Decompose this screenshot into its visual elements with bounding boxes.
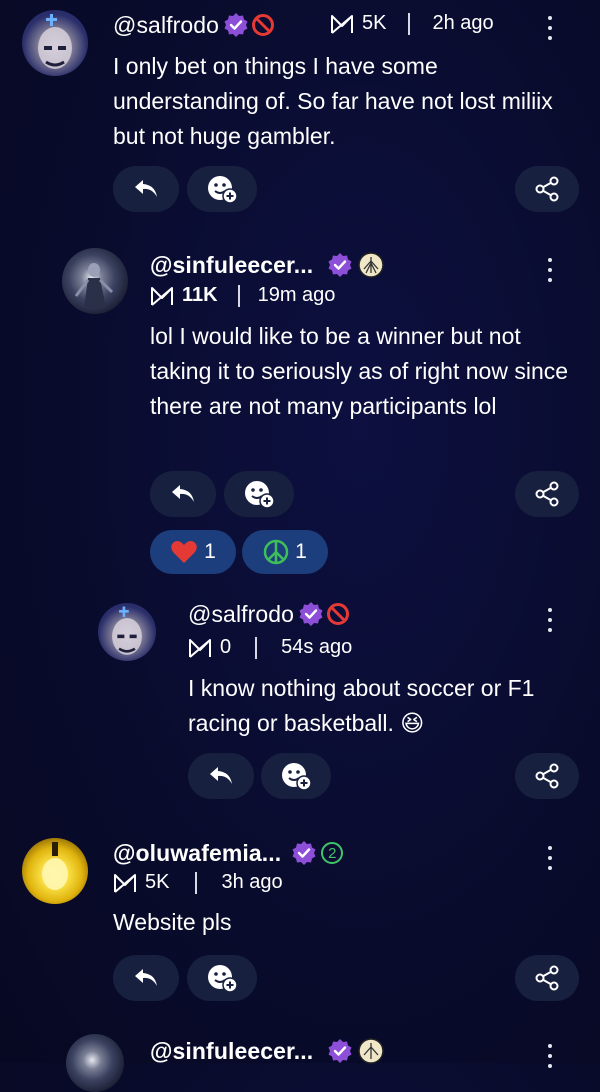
verified-badge-icon: [328, 1039, 352, 1063]
reply-icon: [135, 969, 157, 986]
avatar-face-image: [112, 606, 142, 655]
peace-icon: [263, 539, 289, 565]
comment-text: lol I would like to be a winner but not …: [150, 323, 569, 419]
comment-handle[interactable]: @sinfuleecer...: [150, 252, 313, 279]
ban-badge-icon: [252, 14, 275, 36]
add-reaction-button[interactable]: [187, 955, 257, 1001]
share-button[interactable]: [515, 471, 579, 517]
share-button[interactable]: [515, 753, 579, 799]
level-badge: 2: [321, 842, 344, 864]
meta-separator: [255, 636, 258, 659]
reply-icon: [135, 180, 157, 197]
verified-badge-icon: [224, 13, 248, 37]
reaction-count: 1: [204, 540, 216, 563]
meta-separator: [408, 12, 411, 35]
reply-button[interactable]: [113, 166, 179, 212]
share-button[interactable]: [515, 166, 579, 212]
timestamp: 19m ago: [257, 284, 336, 306]
ban-badge-icon: [327, 603, 350, 625]
share-icon: [535, 965, 559, 991]
score-m-icon: [189, 638, 211, 658]
avatar-face-image: [38, 14, 72, 69]
reaction-count: 1: [295, 540, 307, 563]
avatar-lightbulb-image: [42, 842, 68, 890]
comment-handle[interactable]: @salfrodo: [188, 601, 294, 628]
timestamp: 2h ago: [432, 12, 494, 34]
heart-icon: [171, 541, 197, 563]
add-reaction-button[interactable]: [224, 471, 294, 517]
share-icon: [535, 481, 559, 507]
reaction-heart[interactable]: 1: [150, 530, 236, 574]
comment-text: Website pls: [113, 909, 232, 935]
add-reaction-icon: [208, 965, 238, 993]
reply-button[interactable]: [113, 955, 179, 1001]
more-options-icon[interactable]: [535, 252, 565, 288]
add-reaction-button[interactable]: [187, 166, 257, 212]
comment-handle[interactable]: @sinfuleecer...: [150, 1038, 313, 1065]
meta-separator: [195, 871, 198, 894]
reaction-peace[interactable]: 1: [242, 530, 328, 574]
timestamp: 54s ago: [281, 636, 353, 658]
more-options-icon[interactable]: [535, 1038, 565, 1074]
share-icon: [535, 176, 559, 202]
score-m-icon: [114, 873, 136, 893]
score-count: 0: [220, 636, 232, 658]
reply-button[interactable]: [188, 753, 254, 799]
avatar[interactable]: [62, 248, 128, 314]
score-m-icon: [331, 14, 353, 34]
verified-badge-icon: [328, 253, 352, 277]
more-options-icon[interactable]: [535, 840, 565, 876]
comment-handle[interactable]: @oluwafemia...: [113, 840, 281, 867]
verified-badge-icon: [299, 602, 323, 626]
avatar[interactable]: [66, 1034, 124, 1092]
score-count: 5K: [362, 12, 387, 34]
comment-handle[interactable]: @salfrodo: [113, 12, 219, 39]
more-options-icon[interactable]: [535, 602, 565, 638]
comment-text: I only bet on things I have some underst…: [113, 53, 553, 149]
angel-badge-icon: [358, 252, 385, 278]
verified-badge-icon: [292, 841, 316, 865]
angel-badge-icon: [358, 1038, 385, 1064]
more-options-icon[interactable]: [535, 10, 565, 46]
add-reaction-icon: [282, 763, 312, 791]
score-m-icon: [151, 286, 173, 306]
comment-text-block: I know nothing about soccer or F1 racing…: [188, 671, 578, 742]
reply-icon: [172, 485, 194, 502]
reply-icon: [210, 767, 232, 784]
comment-text: I know nothing about soccer or F1 racing…: [188, 675, 535, 736]
timestamp: 3h ago: [221, 871, 283, 893]
avatar-figure-image: [74, 263, 114, 308]
avatar[interactable]: [22, 10, 88, 76]
score-count: 11K: [182, 284, 218, 306]
avatar[interactable]: [98, 603, 156, 661]
share-button[interactable]: [515, 955, 579, 1001]
avatar[interactable]: [22, 838, 88, 904]
laughing-emoji: 😆: [400, 711, 425, 737]
reply-button[interactable]: [150, 471, 216, 517]
meta-separator: [237, 284, 240, 307]
share-icon: [535, 763, 559, 789]
add-reaction-icon: [208, 176, 238, 204]
add-reaction-icon: [245, 481, 275, 509]
score-count: 5K: [145, 871, 170, 893]
add-reaction-button[interactable]: [261, 753, 331, 799]
